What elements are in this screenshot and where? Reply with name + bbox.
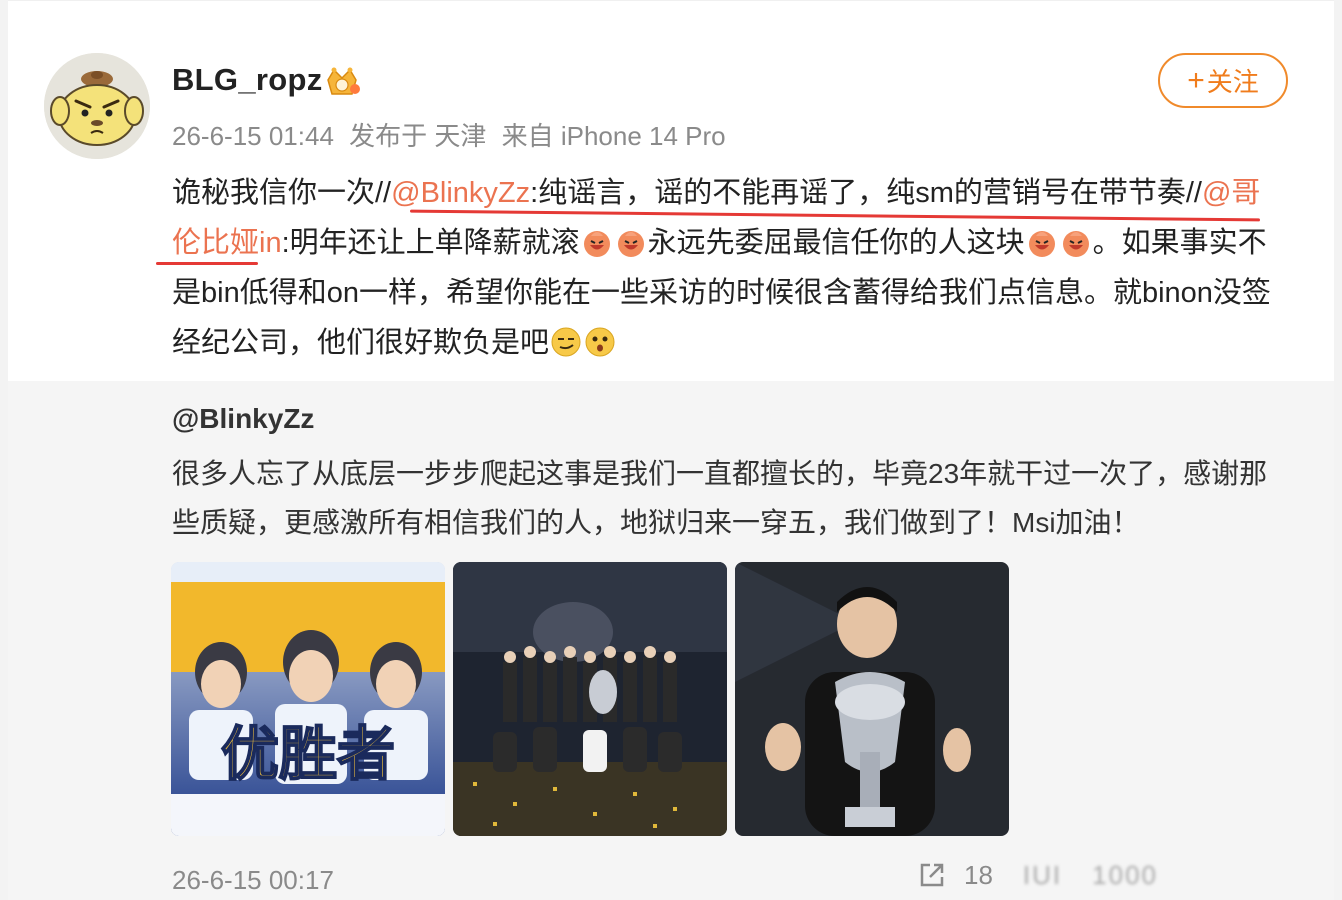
photo-thumbnail-3[interactable] (735, 562, 1009, 836)
laughing-emoji-icon (1062, 231, 1089, 257)
red-underline-mark (156, 262, 258, 265)
top-divider (8, 0, 1334, 1)
reposted-original-post[interactable]: @BlinkyZz 很多人忘了从底层一步步爬起这事是我们一直都擅长的，毕竟23年… (8, 381, 1334, 900)
smirk-emoji-icon (551, 327, 581, 357)
repost-username[interactable]: @BlinkyZz (172, 403, 314, 435)
like-count[interactable]: 1000 (1092, 860, 1158, 891)
avatar[interactable] (44, 53, 150, 159)
right-gutter (1334, 0, 1342, 900)
post-text-segment: 永远先委屈最信任你的人这块 (647, 227, 1025, 259)
comment-count[interactable]: IUI (1023, 860, 1062, 891)
laughing-emoji-icon (617, 231, 644, 257)
surprised-emoji-icon (585, 327, 615, 357)
post-text-segment: 诡秘我信你一次// (172, 177, 392, 209)
verified-badge-icon (327, 67, 360, 95)
follow-label: 关注 (1206, 67, 1259, 97)
left-gutter (0, 0, 8, 900)
mention-link-blinkyzz[interactable]: @BlinkyZz (391, 177, 530, 209)
post-content: 诡秘我信你一次//@BlinkyZz:纯谣言，谣的不能再谣了，纯sm的营销号在带… (172, 168, 1282, 368)
post-text-segment: :纯谣言，谣的不能再谣了，纯sm的营销号在带节奏// (530, 177, 1202, 209)
photo-overlay-text: 优胜者 (221, 720, 395, 788)
repost-timestamp[interactable]: 26-6-15 00:17 (172, 865, 334, 896)
plus-icon: + (1187, 63, 1205, 97)
follow-button[interactable]: + 关注 (1158, 53, 1288, 108)
share-action[interactable]: 18 (916, 859, 993, 891)
photo-thumbnail-2[interactable] (453, 562, 727, 836)
laughing-emoji-icon (583, 231, 610, 257)
username[interactable]: BLG_ropz (172, 62, 323, 98)
repost-actions: 18 IUI 1000 (916, 859, 1158, 891)
post-device: 来自 iPhone 14 Pro (501, 121, 726, 151)
repost-text: 很多人忘了从底层一步步爬起这事是我们一直都擅长的，毕竟23年就干过一次了，感谢那… (172, 458, 1268, 538)
laughing-emoji-icon (1028, 231, 1055, 257)
post-timestamp[interactable]: 26-6-15 01:44 (172, 121, 334, 151)
photo-thumbnail-1[interactable]: 优胜者 (171, 562, 445, 836)
post-location: 发布于 天津 (349, 121, 487, 151)
post-meta: 26-6-15 01:44 发布于 天津 来自 iPhone 14 Pro (172, 116, 734, 153)
share-count: 18 (964, 859, 993, 890)
photo-grid: 优胜者 (171, 562, 1009, 836)
post-text-segment: :明年还让上单降薪就滚 (281, 227, 580, 259)
share-icon (920, 863, 944, 887)
